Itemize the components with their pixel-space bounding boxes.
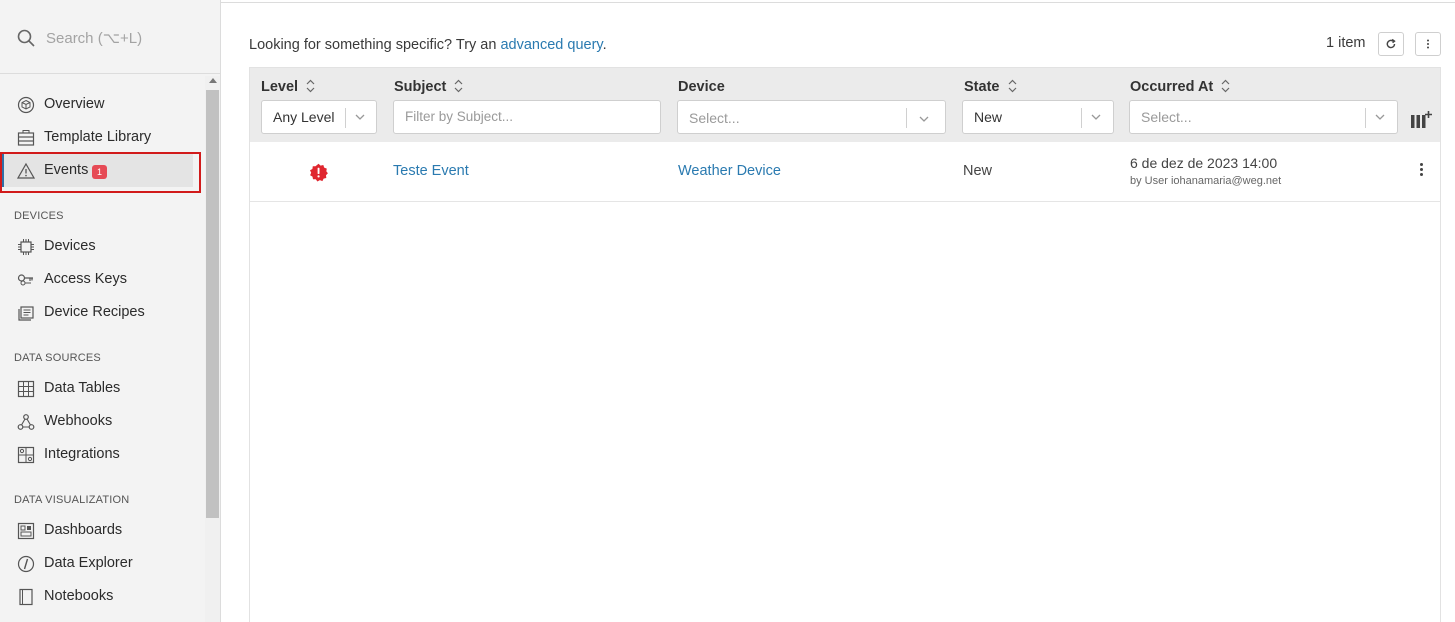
sidebar-item-label: Dashboards	[44, 522, 123, 538]
sidebar-item-device-recipes[interactable]: Device Recipes	[0, 296, 200, 329]
column-header-label: State	[964, 79, 1000, 95]
search-placeholder: Search (⌥+L)	[46, 30, 143, 47]
table-row[interactable]: Teste Event Weather Device New 6 de dez …	[250, 142, 1440, 202]
column-header-level[interactable]: Level	[261, 79, 315, 95]
cube-icon	[17, 96, 35, 114]
columns-settings-icon[interactable]	[1411, 111, 1432, 128]
chip-icon	[18, 239, 34, 255]
device-filter-select[interactable]: Select...	[677, 100, 946, 134]
item-count: 1 item	[1326, 35, 1366, 51]
sort-icon	[454, 79, 463, 93]
event-state: New	[963, 163, 993, 179]
column-header-device: Device	[678, 79, 725, 95]
column-header-state[interactable]: State	[964, 79, 1017, 95]
sidebar-item-label: Overview	[44, 96, 105, 112]
sidebar-item-overview[interactable]: Overview	[0, 88, 200, 121]
notebook-icon	[19, 588, 33, 606]
highlight-box	[0, 152, 201, 193]
section-title-data-visualization: DATA VISUALIZATION	[14, 494, 130, 506]
sidebar-item-label: Data Tables	[44, 380, 121, 396]
column-header-label: Level	[261, 79, 299, 95]
sidebar-item-template-library[interactable]: Template Library	[0, 121, 200, 154]
table-icon	[17, 380, 35, 398]
key-icon	[17, 274, 33, 286]
state-filter-value: New	[974, 109, 1003, 125]
occurred-at-filter-select[interactable]: Select...	[1129, 100, 1398, 134]
level-filter-value: Any Level	[273, 109, 335, 125]
search-icon	[17, 29, 35, 47]
sidebar: Search (⌥+L) Overview Template Library E…	[0, 0, 221, 622]
sidebar-item-label: Devices	[44, 238, 96, 254]
more-options-button[interactable]	[1415, 32, 1441, 56]
column-header-label: Subject	[394, 79, 447, 95]
refresh-button[interactable]	[1378, 32, 1404, 56]
sort-icon	[1008, 79, 1016, 93]
column-header-subject[interactable]: Subject	[394, 79, 463, 95]
advanced-query-link[interactable]: advanced query	[500, 37, 602, 53]
advanced-query-hint: Looking for something specific? Try an a…	[249, 37, 607, 53]
subject-filter-input[interactable]: Filter by Subject...	[393, 100, 661, 134]
event-device-link[interactable]: Weather Device	[678, 163, 781, 179]
divider	[906, 108, 907, 128]
sidebar-search[interactable]: Search (⌥+L)	[0, 0, 220, 74]
level-filter-select[interactable]: Any Level	[261, 100, 377, 134]
divider	[345, 108, 346, 128]
sidebar-item-notebooks[interactable]: Notebooks	[0, 580, 200, 613]
chevron-down-icon	[1375, 114, 1385, 120]
chevron-down-icon	[919, 116, 929, 122]
event-subject-link[interactable]: Teste Event	[393, 163, 469, 179]
sidebar-item-devices[interactable]: Devices	[0, 230, 200, 263]
events-table: Level Any Level Subject Filter by Subjec…	[249, 67, 1441, 622]
sort-icon	[1221, 79, 1230, 93]
divider	[1081, 108, 1082, 128]
occurred-at-filter-placeholder: Select...	[1141, 109, 1192, 125]
section-title-devices: DEVICES	[14, 210, 64, 222]
sidebar-item-label: Webhooks	[44, 413, 113, 429]
dashboard-icon	[17, 522, 35, 540]
compass-icon	[17, 555, 35, 573]
sidebar-item-label: Device Recipes	[44, 304, 145, 320]
scrollbar-thumb[interactable]	[206, 90, 219, 518]
sidebar-item-data-explorer[interactable]: Data Explorer	[0, 547, 200, 580]
sort-icon	[306, 79, 315, 93]
divider	[1365, 108, 1366, 128]
refresh-icon	[1386, 38, 1396, 49]
sidebar-item-data-tables[interactable]: Data Tables	[0, 372, 200, 405]
sidebar-item-label: Integrations	[44, 446, 120, 462]
column-header-label: Occurred At	[1130, 79, 1214, 95]
sidebar-item-label: Notebooks	[44, 588, 114, 604]
event-occurred-by: by User iohanamaria@weg.net	[1130, 175, 1282, 187]
scroll-up-arrow-icon[interactable]	[209, 78, 217, 83]
kebab-icon	[1427, 39, 1429, 49]
divider	[221, 2, 1455, 3]
sidebar-item-dashboards[interactable]: Dashboards	[0, 514, 200, 547]
subject-filter-placeholder: Filter by Subject...	[405, 109, 514, 124]
recipe-icon	[18, 306, 34, 321]
error-icon	[310, 163, 328, 182]
library-icon	[17, 130, 35, 146]
chevron-down-icon	[1091, 114, 1101, 120]
sidebar-item-access-keys[interactable]: Access Keys	[0, 263, 200, 296]
sidebar-item-webhooks[interactable]: Webhooks	[0, 405, 200, 438]
device-filter-placeholder: Select...	[689, 110, 740, 126]
column-header-label: Device	[678, 79, 725, 95]
column-header-occurred-at[interactable]: Occurred At	[1130, 79, 1230, 95]
table-header: Level Any Level Subject Filter by Subjec…	[250, 68, 1440, 142]
hint-text: Looking for something specific? Try an	[249, 37, 497, 53]
row-actions-kebab-icon[interactable]	[1420, 163, 1424, 178]
main-content: Looking for something specific? Try an a…	[221, 0, 1455, 622]
sidebar-item-label: Access Keys	[44, 271, 127, 287]
chevron-down-icon	[355, 114, 365, 120]
webhook-icon	[17, 414, 35, 430]
state-filter-select[interactable]: New	[962, 100, 1114, 134]
app-window: Search (⌥+L) Overview Template Library E…	[0, 0, 1455, 622]
sidebar-item-label: Template Library	[44, 129, 152, 145]
hint-end: .	[602, 37, 607, 53]
event-occurred-at: 6 de dez de 2023 14:00	[1130, 155, 1278, 171]
sidebar-scrollbar[interactable]	[205, 76, 220, 622]
sidebar-item-integrations[interactable]: Integrations	[0, 438, 200, 471]
integrations-icon	[17, 446, 35, 464]
sidebar-item-label: Data Explorer	[44, 555, 133, 571]
section-title-data-sources: DATA SOURCES	[14, 352, 101, 364]
